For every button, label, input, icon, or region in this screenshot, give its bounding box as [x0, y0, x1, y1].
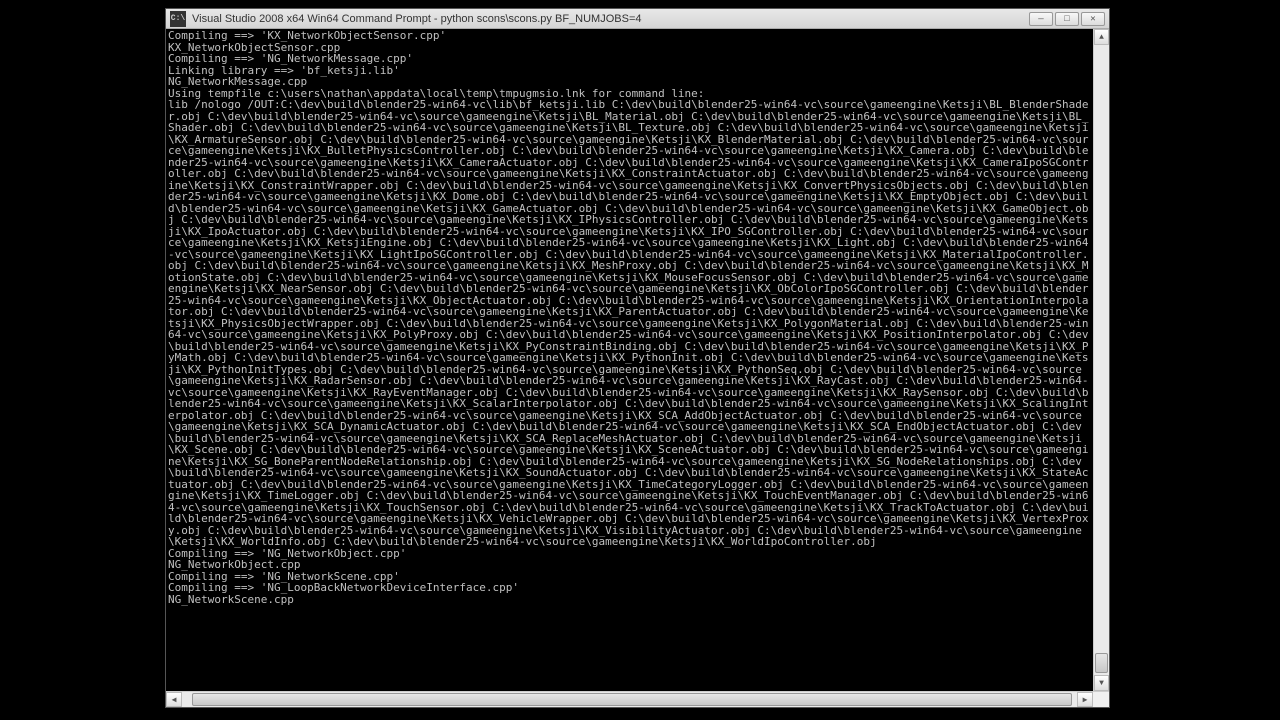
window-title: Visual Studio 2008 x64 Win64 Command Pro… — [192, 13, 1029, 25]
command-prompt-window: C:\ Visual Studio 2008 x64 Win64 Command… — [165, 8, 1110, 708]
minimize-button[interactable]: — — [1029, 12, 1053, 26]
scroll-right-arrow-icon[interactable]: ▶ — [1077, 692, 1093, 707]
vertical-scroll-track[interactable] — [1094, 45, 1109, 675]
scrollbar-corner — [1093, 692, 1109, 707]
horizontal-scrollbar[interactable]: ◀ ▶ — [166, 691, 1109, 707]
horizontal-scroll-track[interactable] — [182, 692, 1077, 707]
scroll-left-arrow-icon[interactable]: ◀ — [166, 692, 182, 707]
window-controls: — □ ✕ — [1029, 12, 1105, 26]
titlebar[interactable]: C:\ Visual Studio 2008 x64 Win64 Command… — [166, 9, 1109, 29]
vertical-scrollbar[interactable]: ▲ ▼ — [1093, 29, 1109, 691]
horizontal-scroll-thumb[interactable] — [192, 693, 1072, 706]
console-output[interactable]: Compiling ==> 'KX_NetworkObjectSensor.cp… — [166, 29, 1093, 691]
app-icon: C:\ — [170, 11, 186, 27]
scroll-down-arrow-icon[interactable]: ▼ — [1094, 675, 1109, 691]
close-button[interactable]: ✕ — [1081, 12, 1105, 26]
maximize-button[interactable]: □ — [1055, 12, 1079, 26]
console-area: Compiling ==> 'KX_NetworkObjectSensor.cp… — [166, 29, 1109, 691]
vertical-scroll-thumb[interactable] — [1095, 653, 1108, 673]
scroll-up-arrow-icon[interactable]: ▲ — [1094, 29, 1109, 45]
